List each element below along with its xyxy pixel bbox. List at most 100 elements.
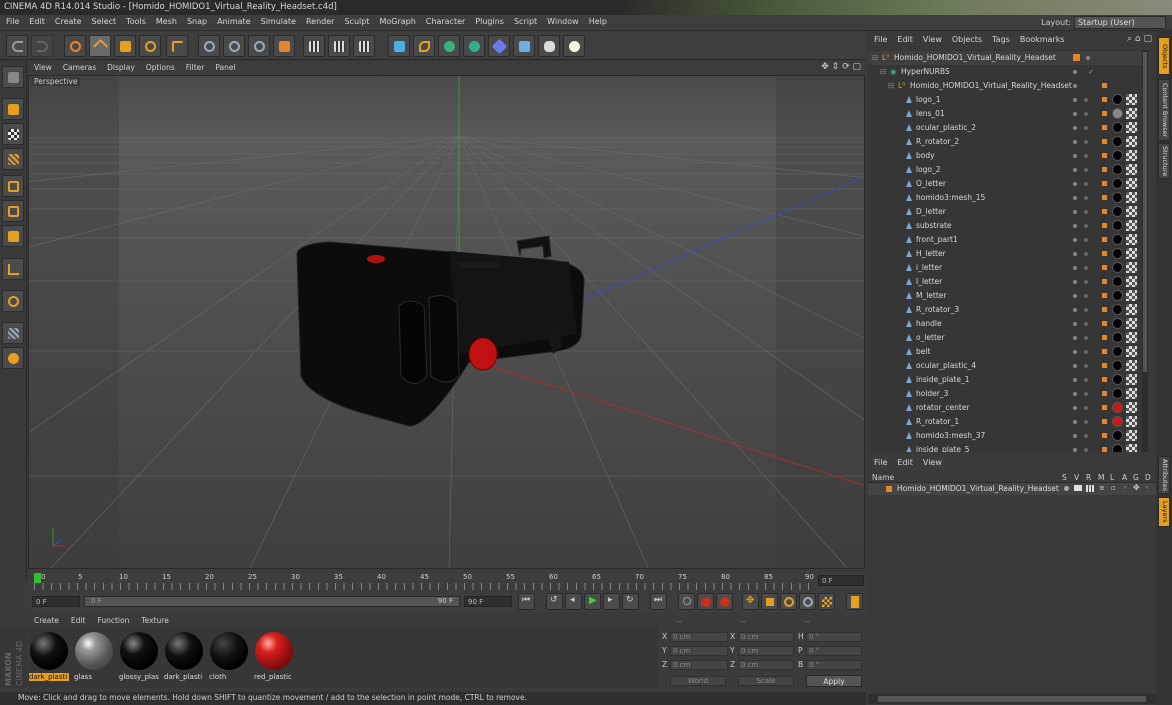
material-tag-icon[interactable] <box>1112 416 1123 427</box>
timeline-ruler[interactable]: 0 5 10 15 20 25 30 35 40 45 50 55 60 65 … <box>28 571 865 592</box>
go-to-end-button[interactable]: ⏭ <box>650 593 667 610</box>
visibility-dot[interactable] <box>1073 420 1077 424</box>
viewport-menu-view[interactable]: View <box>28 62 57 72</box>
tree-row-object[interactable]: logo_2 <box>868 163 1148 177</box>
rotation-b-field[interactable]: 0 ° <box>806 660 862 670</box>
rotation-track-button[interactable] <box>780 593 797 610</box>
material-swatch[interactable]: cloth <box>208 630 250 684</box>
material-tag-icon[interactable] <box>1112 444 1123 452</box>
tree-row-object[interactable]: i_letter <box>868 261 1148 275</box>
texture-tag-icon[interactable] <box>1126 402 1137 413</box>
autokey-button[interactable] <box>697 593 714 610</box>
rotate-tool-button[interactable] <box>139 35 161 57</box>
visibility-dot[interactable] <box>1073 252 1077 256</box>
layers-menu-file[interactable]: File <box>868 457 891 467</box>
tree-row-object[interactable]: lens_01 <box>868 107 1148 121</box>
tree-row-object[interactable]: o_letter <box>868 331 1148 345</box>
material-tag-icon[interactable] <box>1112 360 1123 371</box>
tree-row-object[interactable]: belt <box>868 345 1148 359</box>
material-tag-icon[interactable] <box>1112 276 1123 287</box>
current-frame-field[interactable]: 0 F <box>818 575 864 586</box>
animation-toggle-icon[interactable]: ◦ <box>1123 484 1127 492</box>
coordinate-mode-select[interactable]: World <box>670 676 726 686</box>
deformer-button[interactable] <box>488 35 510 57</box>
scrollbar-thumb[interactable] <box>1143 52 1147 372</box>
visibility-dot[interactable] <box>1073 210 1077 214</box>
render-dot[interactable] <box>1084 350 1088 354</box>
tree-row-object[interactable]: rotator_center <box>868 401 1148 415</box>
undo-button[interactable] <box>6 35 28 57</box>
visibility-dot[interactable] <box>1073 224 1077 228</box>
keyframe-selection-button[interactable] <box>716 593 733 610</box>
layers-menu-view[interactable]: View <box>917 457 946 467</box>
material-tag-icon[interactable] <box>1112 164 1123 175</box>
layer-color-swatch[interactable] <box>886 486 892 492</box>
render-toggle-icon[interactable] <box>1086 485 1094 492</box>
render-dot[interactable] <box>1084 140 1088 144</box>
viewport-menu-panel[interactable]: Panel <box>209 62 240 72</box>
layers-menu-edit[interactable]: Edit <box>891 457 917 467</box>
render-dot[interactable] <box>1084 322 1088 326</box>
render-dot[interactable] <box>1084 112 1088 116</box>
object-list-scrollbar[interactable] <box>1142 50 1148 452</box>
move-tool-button[interactable] <box>89 35 111 57</box>
render-dot[interactable] <box>1084 336 1088 340</box>
render-dot[interactable] <box>1084 364 1088 368</box>
texture-tag-icon[interactable] <box>1126 318 1137 329</box>
visibility-dot[interactable] <box>1073 154 1077 158</box>
tree-row-root[interactable]: ⊟ L⁰ Homido_HOMIDO1_Virtual_Reality_Head… <box>868 51 1148 65</box>
visibility-dot[interactable] <box>1073 280 1077 284</box>
visibility-dot[interactable] <box>1073 70 1077 74</box>
visibility-dot[interactable] <box>1073 378 1077 382</box>
menu-mesh[interactable]: Mesh <box>150 15 181 26</box>
texture-tag-icon[interactable] <box>1126 220 1137 231</box>
solo-toggle[interactable] <box>1064 486 1069 491</box>
parameter-track-button[interactable] <box>799 593 816 610</box>
objects-menu-file[interactable]: File <box>868 35 891 44</box>
menu-select[interactable]: Select <box>85 15 120 26</box>
render-dot[interactable] <box>1084 182 1088 186</box>
material-swatch[interactable]: glass <box>73 630 115 684</box>
material-swatch[interactable]: glossy_plas <box>118 630 160 684</box>
menu-mograph[interactable]: MoGraph <box>373 15 419 26</box>
objects-menu-view[interactable]: View <box>917 35 946 44</box>
render-dot[interactable] <box>1084 448 1088 452</box>
texture-tag-icon[interactable] <box>1126 304 1137 315</box>
snap-button[interactable] <box>2 322 24 344</box>
material-tag-icon[interactable] <box>1112 192 1123 203</box>
tree-row-object[interactable]: substrate <box>868 219 1148 233</box>
enabled-check-icon[interactable]: ✓ <box>1088 67 1094 76</box>
model-mode-button[interactable] <box>2 98 24 120</box>
cube-button[interactable] <box>388 35 410 57</box>
manager-toggle-icon[interactable]: ≡ <box>1099 484 1105 492</box>
size-mode-select[interactable]: Scale <box>738 676 794 686</box>
material-tag-icon[interactable] <box>1112 234 1123 245</box>
edges-mode-button[interactable] <box>2 200 24 222</box>
objects-menu-edit[interactable]: Edit <box>891 35 917 44</box>
layout-select[interactable]: Startup (User) <box>1074 16 1166 29</box>
material-tag-icon[interactable] <box>1112 402 1123 413</box>
texture-tag-icon[interactable] <box>1126 206 1137 217</box>
texture-tag-icon[interactable] <box>1126 136 1137 147</box>
visibility-dot[interactable] <box>1073 266 1077 270</box>
tree-row-object[interactable]: I_letter <box>868 275 1148 289</box>
tree-row-object[interactable]: R_rotator_3 <box>868 303 1148 317</box>
texture-tag-icon[interactable] <box>1126 276 1137 287</box>
render-dot[interactable] <box>1084 154 1088 158</box>
visibility-dot[interactable] <box>1073 238 1077 242</box>
material-menu-function[interactable]: Function <box>91 615 135 625</box>
position-x-field[interactable]: 0 cm <box>670 632 728 642</box>
render-dot[interactable] <box>1084 224 1088 228</box>
visibility-dot[interactable] <box>1073 336 1077 340</box>
objects-menu-tags[interactable]: Tags <box>986 35 1014 44</box>
spline-pen-button[interactable] <box>413 35 435 57</box>
texture-tag-icon[interactable] <box>1126 374 1137 385</box>
visibility-dot[interactable] <box>1073 308 1077 312</box>
menu-simulate[interactable]: Simulate <box>255 15 300 26</box>
rotation-h-field[interactable]: 0 ° <box>806 632 862 642</box>
coordinate-system-button[interactable] <box>273 35 295 57</box>
visibility-dot[interactable] <box>1086 56 1090 60</box>
viewport-menu-options[interactable]: Options <box>140 62 180 72</box>
visibility-dot[interactable] <box>1073 196 1077 200</box>
size-x-field[interactable]: 0 cm <box>738 632 794 642</box>
